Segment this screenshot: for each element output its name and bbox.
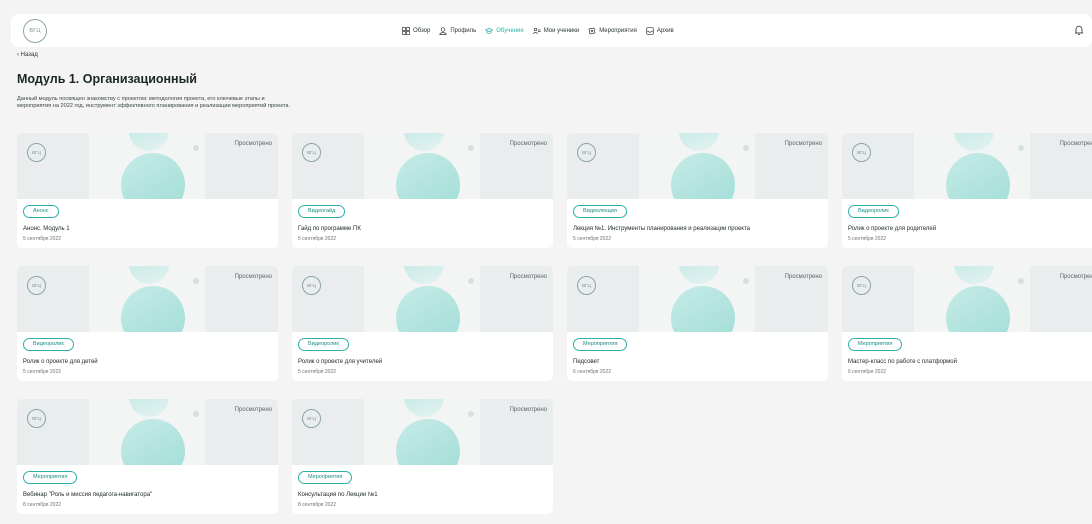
card-title: Ролик о проекте для учителей — [298, 359, 383, 365]
module-description: Данный модуль посвящен знакомству с прое… — [17, 96, 291, 109]
nav-item-overview[interactable]: Обзор — [402, 26, 431, 35]
material-card[interactable]: ВГЦ Просмотрено Мероприятия Педсовет 6 с… — [567, 266, 828, 381]
logo-icon: ВГЦ — [302, 409, 321, 428]
card-date: 8 сентября 2022 — [23, 502, 62, 508]
category-tag[interactable]: Видеоролик — [23, 338, 74, 351]
category-tag[interactable]: Видеогайд — [298, 205, 346, 218]
card-title: Педсовет — [573, 359, 600, 365]
card-title: Ролик о проекте для родителей — [848, 226, 937, 232]
card-title: Гайд по программе ПК — [298, 226, 361, 232]
viewed-status: Просмотрено — [509, 407, 547, 413]
card-title: Консультация по Лекции №1 — [298, 492, 378, 498]
grid-icon — [402, 26, 410, 35]
card-title: Ролик о проекте для детей — [23, 359, 98, 365]
material-card[interactable]: ВГЦ Просмотрено Мероприятия Вебинар "Рол… — [17, 399, 278, 514]
nav-item-profile[interactable]: Профиль — [439, 26, 477, 35]
material-card[interactable]: ВГЦ Просмотрено Видеолекция Лекция №1. И… — [567, 133, 828, 248]
material-card[interactable]: ВГЦ Просмотрено Видеогайд Гайд по програ… — [292, 133, 553, 248]
category-tag[interactable]: Видеоролик — [298, 338, 349, 351]
logo-icon: ВГЦ — [27, 143, 46, 162]
user-icon — [439, 26, 447, 35]
material-card[interactable]: ВГЦ Просмотрено Мероприятия Мастер-класс… — [842, 266, 1092, 381]
main-nav: Обзор Профиль Обучение Мои ученики Мероп… — [402, 14, 674, 47]
logo-text: ВГЦ — [29, 28, 41, 34]
material-card[interactable]: ВГЦ Просмотрено Мероприятия Консультация… — [292, 399, 553, 514]
card-title: Лекция №1. Инструменты планирования и ре… — [573, 226, 750, 232]
logo-icon: ВГЦ — [27, 276, 46, 295]
category-tag[interactable]: Видеолекция — [573, 205, 627, 218]
card-title: Мастер-класс по работе с платформой — [848, 359, 957, 365]
category-tag[interactable]: Анонс — [23, 205, 59, 218]
viewed-status: Просмотрено — [509, 141, 547, 147]
logo-icon: ВГЦ — [577, 143, 596, 162]
page-title: Модуль 1. Организационный — [17, 72, 197, 86]
category-tag[interactable]: Видеоролик — [848, 205, 899, 218]
logo-icon: ВГЦ — [27, 409, 46, 428]
archive-icon — [646, 26, 654, 35]
card-date: 5 сентября 2022 — [573, 236, 612, 242]
viewed-status: Просмотрено — [1059, 274, 1092, 280]
category-tag[interactable]: Мероприятия — [573, 338, 628, 351]
students-icon — [532, 27, 541, 34]
material-card[interactable]: ВГЦ Просмотрено Видеоролик Ролик о проек… — [842, 133, 1092, 248]
nav-item-archive[interactable]: Архив — [646, 26, 674, 35]
nav-item-learning[interactable]: Обучение — [485, 27, 524, 35]
nav-label: Обзор — [413, 27, 431, 34]
card-date: 5 сентября 2022 — [848, 236, 887, 242]
top-navigation-bar: ВГЦ Обзор Профиль Обучение Мои ученики М… — [11, 14, 1092, 47]
card-date: 8 сентября 2022 — [298, 502, 337, 508]
back-link[interactable]: ‹ Назад — [17, 52, 38, 58]
viewed-status: Просмотрено — [234, 274, 272, 280]
card-date: 5 сентября 2022 — [23, 369, 62, 375]
nav-item-my-students[interactable]: Мои ученики — [532, 27, 580, 35]
material-card[interactable]: ВГЦ Просмотрено Видеоролик Ролик о проек… — [292, 266, 553, 381]
nav-label: Мои ученики — [543, 27, 580, 34]
nav-label: Обучение — [496, 27, 524, 34]
category-tag[interactable]: Мероприятия — [23, 471, 78, 484]
material-card[interactable]: ВГЦ Просмотрено Видеоролик Ролик о проек… — [17, 266, 278, 381]
graduation-cap-icon — [485, 27, 494, 34]
card-date: 6 сентября 2022 — [848, 369, 887, 375]
card-title: Вебинар "Роль и миссия педагога-навигато… — [23, 492, 153, 498]
viewed-status: Просмотрено — [234, 141, 272, 147]
bell-icon[interactable] — [1074, 25, 1084, 36]
card-date: 5 сентября 2022 — [298, 236, 337, 242]
category-tag[interactable]: Мероприятия — [848, 338, 903, 351]
viewed-status: Просмотрено — [509, 274, 547, 280]
viewed-status: Просмотрено — [234, 407, 272, 413]
card-title: Анонс. Модуль 1 — [23, 226, 70, 232]
logo-icon: ВГЦ — [577, 276, 596, 295]
nav-label: Профиль — [450, 27, 477, 34]
viewed-status: Просмотрено — [784, 274, 822, 280]
logo[interactable]: ВГЦ — [23, 19, 47, 43]
logo-icon: ВГЦ — [852, 276, 871, 295]
nav-label: Архив — [656, 27, 674, 34]
logo-icon: ВГЦ — [302, 276, 321, 295]
card-thumbnail: ВГЦ — [842, 133, 1092, 199]
ticket-icon — [588, 27, 596, 34]
nav-label: Мероприятия — [599, 27, 637, 34]
nav-item-events[interactable]: Мероприятия — [588, 27, 637, 35]
logo-icon: ВГЦ — [852, 143, 871, 162]
logo-icon: ВГЦ — [302, 143, 321, 162]
card-thumbnail: ВГЦ — [842, 266, 1092, 332]
card-date: 5 сентября 2022 — [23, 236, 62, 242]
viewed-status: Просмотрено — [1059, 141, 1092, 147]
material-card[interactable]: ВГЦ Просмотрено Анонс Анонс. Модуль 1 5 … — [17, 133, 278, 248]
card-date: 6 сентября 2022 — [573, 369, 612, 375]
card-date: 5 сентября 2022 — [298, 369, 337, 375]
viewed-status: Просмотрено — [784, 141, 822, 147]
category-tag[interactable]: Мероприятия — [298, 471, 353, 484]
